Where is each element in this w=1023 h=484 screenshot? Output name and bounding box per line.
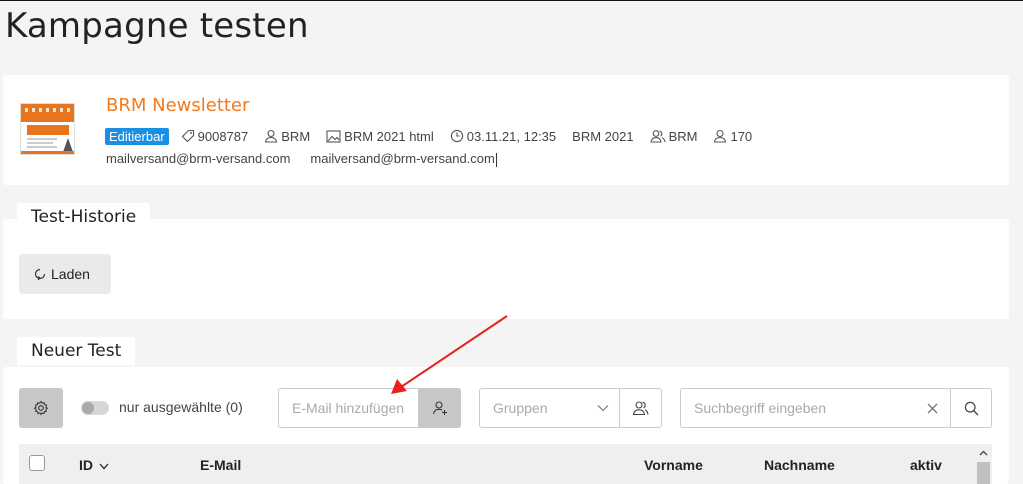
search-placeholder: Suchbegriff eingeben bbox=[694, 400, 827, 416]
email-add-placeholder: E-Mail hinzufügen bbox=[292, 400, 405, 416]
user-icon bbox=[714, 129, 727, 143]
load-button[interactable]: Laden bbox=[19, 254, 111, 294]
chevron-up-icon bbox=[979, 450, 988, 455]
search-button[interactable] bbox=[950, 388, 992, 428]
column-email[interactable]: E-Mail bbox=[200, 457, 241, 473]
settings-button[interactable] bbox=[19, 388, 63, 428]
meta-datetime-value: 03.11.21, 12:35 bbox=[466, 128, 557, 144]
groups-placeholder: Gruppen bbox=[493, 400, 548, 416]
selected-only-toggle[interactable] bbox=[81, 401, 109, 415]
campaign-meta: Editierbar 9008787 BRM BRM 2021 html 03.… bbox=[105, 127, 768, 145]
add-user-icon bbox=[432, 401, 447, 415]
groups-select[interactable]: Gruppen bbox=[479, 388, 620, 428]
search-input[interactable]: Suchbegriff eingeben bbox=[680, 388, 951, 428]
column-active[interactable]: aktiv bbox=[910, 457, 942, 473]
status-badge: Editierbar bbox=[105, 127, 169, 145]
column-id[interactable]: ID bbox=[79, 457, 109, 473]
users-icon bbox=[632, 401, 649, 416]
meta-recipients: 170 bbox=[713, 129, 752, 144]
scroll-up-button[interactable] bbox=[975, 444, 992, 461]
tag-icon bbox=[181, 129, 194, 143]
email-add-input[interactable]: E-Mail hinzufügen bbox=[278, 388, 419, 428]
meta-template: BRM 2021 html bbox=[326, 129, 434, 144]
sender-email: mailversand@brm-versand.com bbox=[106, 151, 291, 166]
column-firstname[interactable]: Vorname bbox=[644, 457, 703, 473]
meta-template-value: BRM 2021 html bbox=[344, 128, 434, 144]
load-button-label: Laden bbox=[51, 266, 90, 282]
image-icon bbox=[326, 129, 341, 143]
recipients-table-header: ID E-Mail Vorname Nachname aktiv bbox=[19, 444, 975, 484]
page-title: Kampagne testen bbox=[5, 6, 309, 46]
meta-datetime: 03.11.21, 12:35 bbox=[450, 129, 556, 144]
meta-id-value: 9008787 bbox=[197, 128, 249, 144]
meta-recipients-value: 170 bbox=[730, 128, 753, 144]
meta-owner: BRM bbox=[264, 129, 310, 144]
campaign-name[interactable]: BRM Newsletter bbox=[106, 95, 249, 116]
meta-category: BRM 2021 bbox=[572, 129, 633, 144]
refresh-icon bbox=[34, 268, 46, 281]
clock-icon bbox=[450, 129, 463, 143]
add-email-button[interactable] bbox=[418, 388, 461, 428]
new-test-heading: Neuer Test bbox=[17, 337, 136, 365]
campaign-emails: mailversand@brm-versand.com mailversand@b… bbox=[106, 151, 517, 167]
select-all-checkbox[interactable] bbox=[29, 455, 45, 471]
meta-id: 9008787 bbox=[181, 128, 249, 144]
campaign-thumbnail[interactable] bbox=[20, 103, 75, 155]
column-lastname[interactable]: Nachname bbox=[764, 457, 835, 473]
meta-owner-value: BRM bbox=[281, 128, 311, 144]
campaign-card: BRM Newsletter Editierbar 9008787 BRM BR… bbox=[3, 75, 1009, 185]
user-icon bbox=[265, 129, 278, 143]
test-history-heading: Test-Historie bbox=[17, 203, 151, 231]
window-top-border bbox=[0, 0, 1023, 1]
test-history-panel bbox=[3, 219, 1009, 319]
chevron-down-icon bbox=[99, 463, 109, 470]
close-icon[interactable] bbox=[927, 403, 938, 414]
reply-email: mailversand@brm-versand.com bbox=[310, 151, 495, 166]
scroll-thumb[interactable] bbox=[977, 462, 990, 484]
selected-only-label: nur ausgewählte (0) bbox=[119, 399, 243, 415]
meta-category-value: BRM 2021 bbox=[572, 128, 634, 144]
chevron-down-icon bbox=[597, 405, 609, 412]
search-icon bbox=[964, 401, 978, 415]
gear-icon bbox=[33, 400, 49, 416]
text-cursor bbox=[495, 152, 497, 167]
column-id-label: ID bbox=[79, 457, 93, 473]
meta-group: BRM bbox=[649, 128, 698, 144]
users-icon bbox=[649, 130, 666, 143]
meta-group-value: BRM bbox=[668, 128, 698, 144]
add-group-button[interactable] bbox=[619, 388, 662, 428]
